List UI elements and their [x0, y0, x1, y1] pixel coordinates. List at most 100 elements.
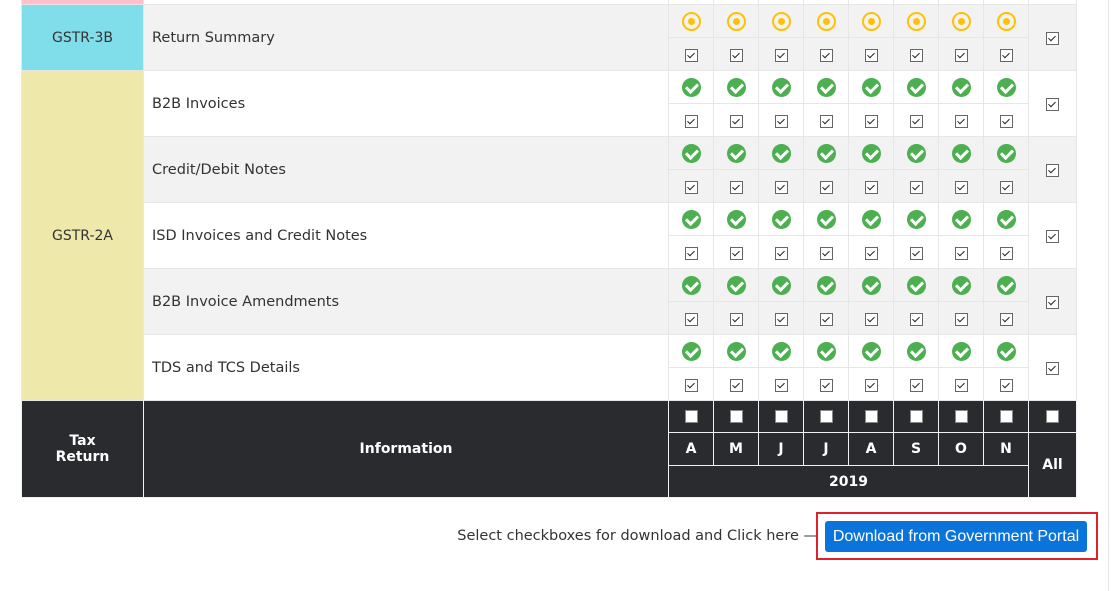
download-checkbox[interactable] [999, 180, 1013, 194]
month-select-cell[interactable] [713, 400, 759, 433]
download-checkbox-cell[interactable] [983, 169, 1029, 203]
select-month-5-checkbox[interactable] [864, 410, 878, 423]
download-checkbox-cell[interactable] [983, 37, 1029, 71]
download-checkbox-cell[interactable] [893, 37, 939, 71]
month-select-cell[interactable] [983, 400, 1029, 433]
download-checkbox[interactable] [909, 246, 923, 260]
download-checkbox[interactable] [684, 114, 698, 128]
download-checkbox-cell[interactable] [938, 169, 984, 203]
download-checkbox-cell[interactable] [668, 103, 714, 137]
download-checkbox-cell[interactable] [713, 103, 759, 137]
download-checkbox-cell[interactable] [668, 37, 714, 71]
download-checkbox[interactable] [864, 246, 878, 260]
download-checkbox[interactable] [954, 180, 968, 194]
month-select-cell[interactable] [848, 400, 894, 433]
download-checkbox[interactable] [684, 180, 698, 194]
download-checkbox[interactable] [774, 312, 788, 326]
download-checkbox[interactable] [954, 378, 968, 392]
download-checkbox-cell[interactable] [803, 235, 849, 269]
download-checkbox[interactable] [999, 246, 1013, 260]
download-checkbox-cell[interactable] [803, 301, 849, 335]
month-select-cell[interactable] [758, 400, 804, 433]
month-select-cell[interactable] [893, 400, 939, 433]
download-checkbox[interactable] [954, 48, 968, 62]
download-checkbox-cell[interactable] [938, 103, 984, 137]
download-checkbox[interactable] [774, 180, 788, 194]
download-checkbox-cell[interactable] [713, 169, 759, 203]
download-checkbox-cell[interactable] [758, 301, 804, 335]
download-checkbox[interactable] [729, 246, 743, 260]
download-checkbox-cell[interactable] [713, 367, 759, 401]
select-month-4-checkbox[interactable] [819, 410, 833, 423]
select-month-6-checkbox[interactable] [909, 410, 923, 423]
download-checkbox-cell[interactable] [668, 169, 714, 203]
download-checkbox-cell[interactable] [758, 37, 804, 71]
row-all-checkbox-cell[interactable] [1028, 4, 1077, 71]
select-month-8-checkbox[interactable] [999, 410, 1013, 423]
download-checkbox-cell[interactable] [758, 235, 804, 269]
download-checkbox-cell[interactable] [893, 301, 939, 335]
download-checkbox[interactable] [819, 114, 833, 128]
row-all-checkbox-cell[interactable] [1028, 268, 1077, 335]
row-all-checkbox[interactable] [1046, 164, 1059, 177]
download-checkbox-cell[interactable] [758, 103, 804, 137]
row-all-checkbox-cell[interactable] [1028, 136, 1077, 203]
download-checkbox-cell[interactable] [983, 103, 1029, 137]
download-checkbox-cell[interactable] [713, 235, 759, 269]
row-all-checkbox[interactable] [1046, 230, 1059, 243]
download-checkbox-cell[interactable] [848, 235, 894, 269]
download-checkbox-cell[interactable] [893, 235, 939, 269]
download-checkbox-cell[interactable] [848, 367, 894, 401]
download-checkbox[interactable] [684, 48, 698, 62]
download-checkbox-cell[interactable] [938, 301, 984, 335]
select-month-3-checkbox[interactable] [774, 410, 788, 423]
select-all-checkbox[interactable] [1046, 410, 1059, 423]
download-checkbox-cell[interactable] [938, 235, 984, 269]
download-checkbox-cell[interactable] [938, 37, 984, 71]
select-month-2-checkbox[interactable] [729, 410, 743, 423]
download-checkbox-cell[interactable] [848, 103, 894, 137]
download-checkbox-cell[interactable] [848, 37, 894, 71]
download-checkbox[interactable] [729, 378, 743, 392]
download-checkbox-cell[interactable] [893, 169, 939, 203]
download-checkbox[interactable] [999, 378, 1013, 392]
download-checkbox[interactable] [864, 48, 878, 62]
download-checkbox[interactable] [684, 312, 698, 326]
download-checkbox-cell[interactable] [983, 367, 1029, 401]
download-checkbox[interactable] [774, 246, 788, 260]
download-checkbox-cell[interactable] [803, 37, 849, 71]
download-checkbox[interactable] [954, 114, 968, 128]
download-checkbox-cell[interactable] [713, 37, 759, 71]
download-checkbox[interactable] [909, 114, 923, 128]
download-checkbox[interactable] [864, 312, 878, 326]
download-checkbox[interactable] [729, 180, 743, 194]
download-checkbox-cell[interactable] [893, 103, 939, 137]
download-checkbox[interactable] [909, 180, 923, 194]
download-checkbox[interactable] [729, 114, 743, 128]
download-checkbox-cell[interactable] [758, 367, 804, 401]
download-checkbox[interactable] [999, 48, 1013, 62]
download-checkbox[interactable] [819, 180, 833, 194]
download-checkbox[interactable] [864, 114, 878, 128]
month-select-cell[interactable] [938, 400, 984, 433]
download-checkbox-cell[interactable] [758, 169, 804, 203]
download-checkbox[interactable] [729, 312, 743, 326]
download-checkbox[interactable] [909, 312, 923, 326]
download-checkbox[interactable] [864, 180, 878, 194]
download-checkbox-cell[interactable] [803, 367, 849, 401]
download-checkbox[interactable] [819, 378, 833, 392]
download-checkbox[interactable] [819, 246, 833, 260]
download-checkbox[interactable] [999, 312, 1013, 326]
download-checkbox-cell[interactable] [803, 169, 849, 203]
month-select-cell[interactable] [803, 400, 849, 433]
download-checkbox[interactable] [684, 246, 698, 260]
download-checkbox[interactable] [999, 114, 1013, 128]
row-all-checkbox[interactable] [1046, 296, 1059, 309]
download-checkbox[interactable] [774, 48, 788, 62]
row-all-checkbox[interactable] [1046, 362, 1059, 375]
download-checkbox[interactable] [774, 114, 788, 128]
download-checkbox[interactable] [729, 48, 743, 62]
download-checkbox-cell[interactable] [983, 301, 1029, 335]
download-checkbox-cell[interactable] [803, 103, 849, 137]
download-checkbox-cell[interactable] [668, 367, 714, 401]
